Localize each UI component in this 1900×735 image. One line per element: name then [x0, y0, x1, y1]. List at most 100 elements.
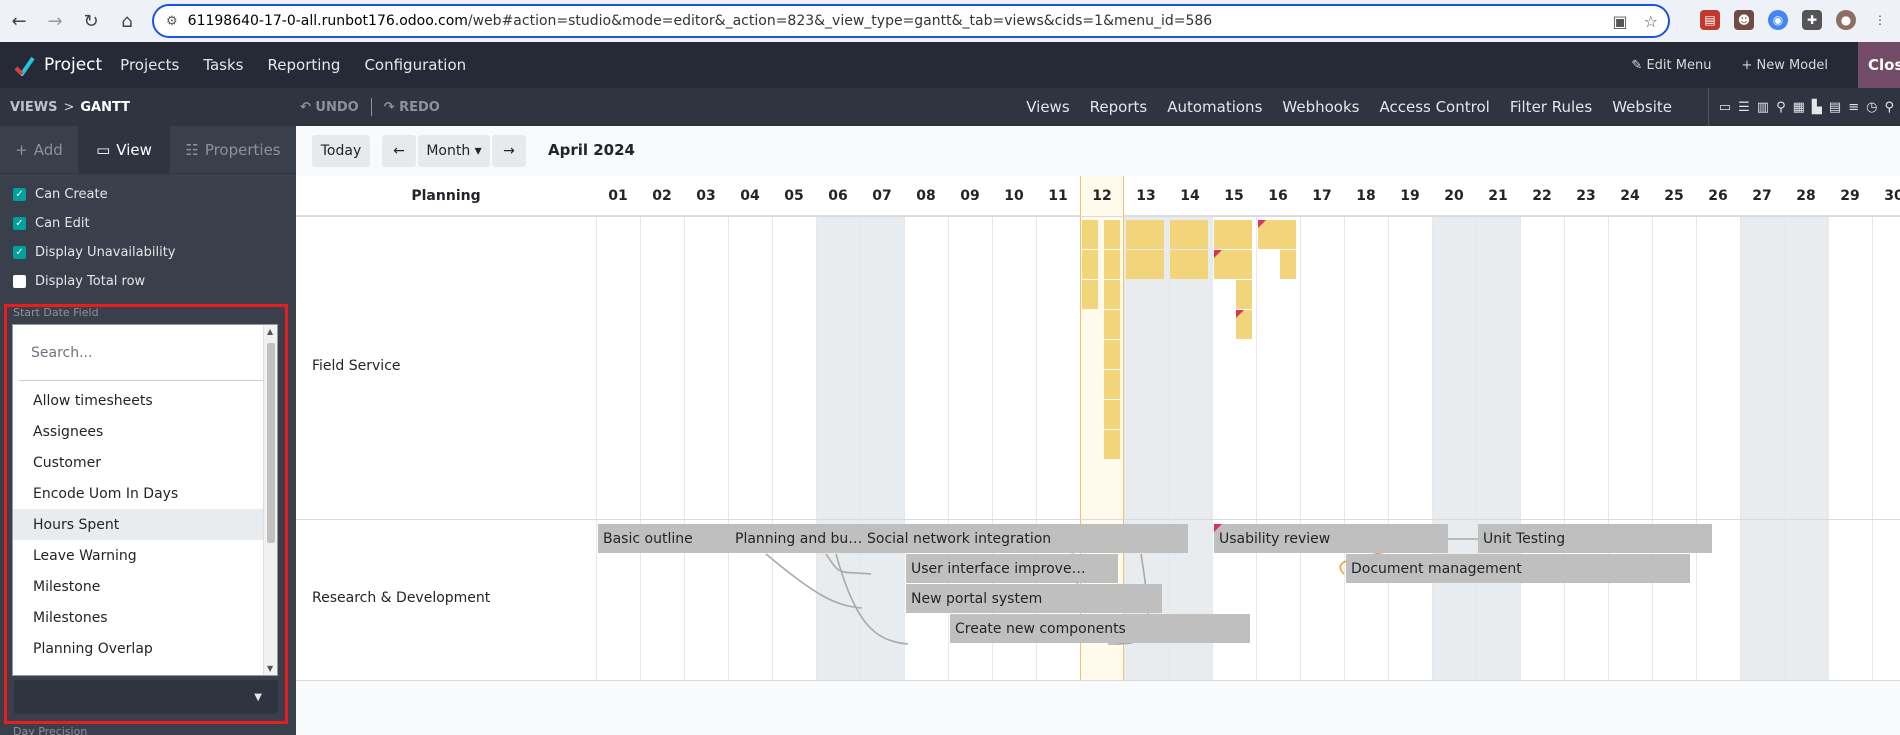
gantt-pill[interactable]	[1214, 220, 1252, 249]
day-column[interactable]	[1300, 216, 1344, 680]
dropdown-option[interactable]: Milestone	[13, 571, 265, 602]
day-column[interactable]	[640, 216, 684, 680]
day-column[interactable]	[1564, 216, 1608, 680]
day-column[interactable]	[860, 216, 904, 680]
form-view-icon[interactable]: ▭	[1719, 100, 1731, 115]
option-can-create[interactable]: ✓ Can Create	[0, 180, 296, 209]
gantt-pill[interactable]	[1214, 250, 1252, 279]
gantt-pill[interactable]	[1104, 280, 1120, 309]
pivot-view-icon[interactable]: ▤	[1829, 100, 1841, 115]
checkbox-unchecked-icon[interactable]	[13, 275, 26, 288]
today-button[interactable]: Today	[312, 135, 370, 167]
scroll-up-icon[interactable]: ▲	[267, 327, 273, 336]
menu-configuration[interactable]: Configuration	[364, 56, 466, 74]
gantt-view-icon[interactable]: ≡	[1848, 100, 1859, 115]
option-display-total-row[interactable]: Display Total row	[0, 267, 296, 296]
day-column[interactable]	[1872, 216, 1900, 680]
day-column[interactable]	[1652, 216, 1696, 680]
kanban-view-icon[interactable]: ▥	[1757, 100, 1769, 115]
gantt-pill[interactable]	[1104, 430, 1120, 459]
menu-projects[interactable]: Projects	[120, 56, 179, 74]
gantt-pill[interactable]	[1104, 310, 1120, 339]
studio-menu-website[interactable]: Website	[1612, 98, 1672, 116]
gantt-task-bar[interactable]: Social network integration	[862, 524, 1188, 553]
search-view-icon[interactable]: ⚲	[1884, 100, 1894, 115]
reload-icon[interactable]: ↻	[74, 4, 108, 38]
activity-view-icon[interactable]: ◷	[1866, 100, 1877, 115]
menu-tasks[interactable]: Tasks	[203, 56, 243, 74]
gantt-pill[interactable]	[1170, 250, 1208, 279]
back-icon[interactable]: ←	[2, 4, 36, 38]
tab-view[interactable]: ▭ View	[78, 126, 170, 173]
redo-button[interactable]: ↷ REDO	[384, 100, 440, 115]
chrome-extension-icon[interactable]: ◉	[1768, 10, 1788, 30]
gantt-pill[interactable]	[1236, 310, 1252, 339]
install-app-icon[interactable]: ▣	[1613, 12, 1628, 31]
day-column[interactable]	[816, 216, 860, 680]
dropdown-option[interactable]: Assignees	[13, 416, 265, 447]
gantt-pill[interactable]	[1236, 280, 1252, 309]
option-can-edit[interactable]: ✓ Can Edit	[0, 209, 296, 238]
day-column[interactable]	[1168, 216, 1212, 680]
gantt-pill[interactable]	[1126, 220, 1164, 249]
site-info-icon[interactable]: ⚙	[166, 14, 178, 29]
close-studio-button[interactable]: Clos	[1858, 42, 1900, 88]
studio-menu-access-control[interactable]: Access Control	[1379, 98, 1489, 116]
scale-dropdown-button[interactable]: Month ▾	[418, 135, 490, 167]
prev-period-button[interactable]: ←	[382, 135, 416, 167]
project-logo-icon[interactable]	[12, 53, 36, 77]
next-period-button[interactable]: →	[492, 135, 526, 167]
dropdown-option[interactable]: Customer	[13, 447, 265, 478]
gantt-task-bar[interactable]: User interface improve…	[906, 554, 1118, 583]
map-view-icon[interactable]: ⚲	[1776, 100, 1786, 115]
day-column[interactable]	[1388, 216, 1432, 680]
gantt-task-bar[interactable]: New portal system	[906, 584, 1162, 613]
app-name[interactable]: Project	[44, 55, 102, 75]
address-bar[interactable]: ⚙ 61198640-17-0-all.runbot176.odoo.com/w…	[152, 4, 1670, 38]
gantt-pill[interactable]	[1104, 370, 1120, 399]
day-column[interactable]	[596, 216, 640, 680]
gantt-pill[interactable]	[1082, 220, 1098, 249]
gantt-task-bar[interactable]: Document management	[1346, 554, 1690, 583]
day-column[interactable]	[684, 216, 728, 680]
undo-button[interactable]: ↶ UNDO	[300, 100, 359, 115]
studio-menu-automations[interactable]: Automations	[1167, 98, 1262, 116]
checkbox-checked-icon[interactable]: ✓	[13, 246, 26, 259]
gantt-task-bar[interactable]: Create new components	[950, 614, 1250, 643]
gantt-task-bar[interactable]: Usability review	[1214, 524, 1448, 553]
day-column[interactable]	[1740, 216, 1784, 680]
day-column[interactable]	[1476, 216, 1520, 680]
tab-add[interactable]: + Add	[0, 126, 78, 173]
bookmark-star-icon[interactable]: ☆	[1644, 12, 1658, 31]
day-column[interactable]	[1256, 216, 1300, 680]
list-view-icon[interactable]: ☰	[1738, 100, 1750, 115]
day-column[interactable]	[728, 216, 772, 680]
day-column[interactable]	[1696, 216, 1740, 680]
gantt-pill[interactable]	[1126, 250, 1164, 279]
extension-icon[interactable]: ▤	[1700, 10, 1720, 30]
gantt-pill[interactable]	[1082, 250, 1098, 279]
scrollbar-thumb[interactable]	[267, 343, 275, 543]
day-column[interactable]	[1784, 216, 1828, 680]
gantt-task-bar[interactable]: Basic outline	[598, 524, 744, 553]
dropdown-option[interactable]: Leave Warning	[13, 540, 265, 571]
studio-menu-reports[interactable]: Reports	[1090, 98, 1148, 116]
option-display-unavailability[interactable]: ✓ Display Unavailability	[0, 238, 296, 267]
profile-avatar-icon[interactable]: ●	[1836, 10, 1856, 30]
studio-menu-filter-rules[interactable]: Filter Rules	[1510, 98, 1592, 116]
scroll-down-icon[interactable]: ▼	[267, 664, 273, 673]
day-column[interactable]	[1520, 216, 1564, 680]
gantt-pill[interactable]	[1104, 340, 1120, 369]
day-column[interactable]	[1828, 216, 1872, 680]
graph-view-icon[interactable]: ▙	[1812, 100, 1822, 115]
day-column[interactable]	[1608, 216, 1652, 680]
extension-icon[interactable]: ☻	[1734, 10, 1754, 30]
gantt-pill[interactable]	[1104, 220, 1120, 249]
gantt-pill[interactable]	[1258, 220, 1296, 249]
home-icon[interactable]: ⌂	[110, 4, 144, 38]
day-column[interactable]	[1432, 216, 1476, 680]
gantt-pill[interactable]	[1280, 250, 1296, 279]
kebab-menu-icon[interactable]: ⋮	[1870, 10, 1890, 30]
new-model-button[interactable]: + New Model	[1741, 58, 1828, 73]
dropdown-search-input[interactable]: Search...	[19, 325, 269, 381]
